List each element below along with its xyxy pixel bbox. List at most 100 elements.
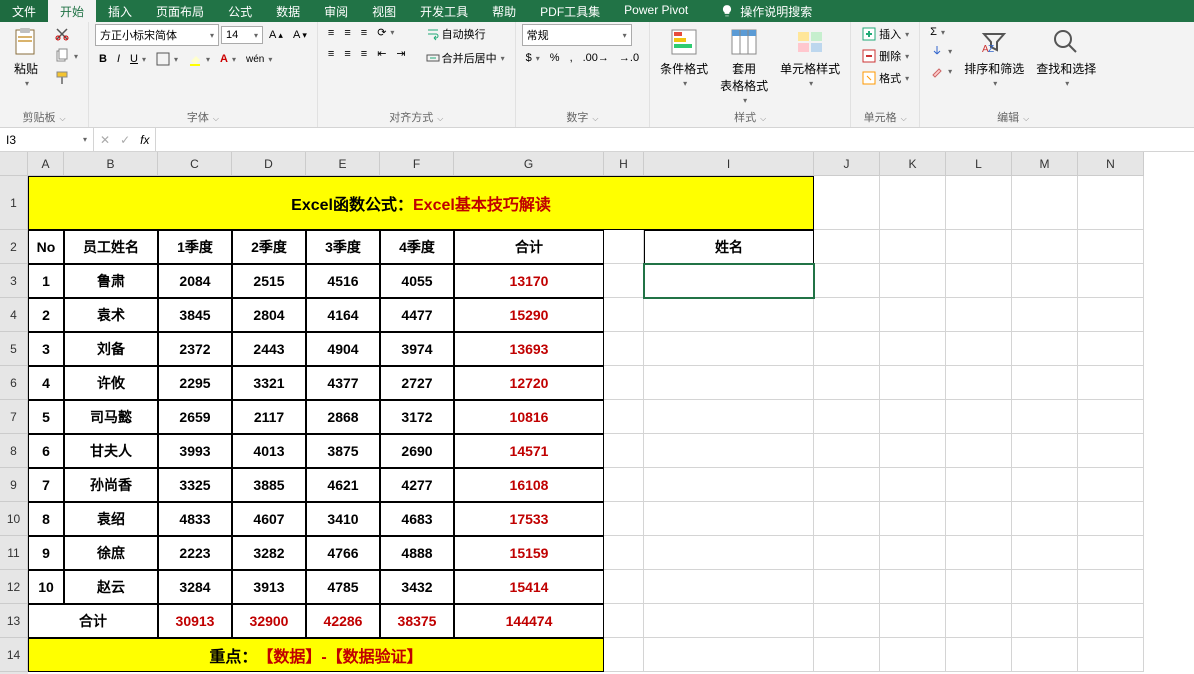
header-A[interactable]: No bbox=[28, 230, 64, 264]
number-format-combo[interactable]: 常规▾ bbox=[522, 24, 632, 46]
row-header-3[interactable]: 3 bbox=[0, 264, 28, 298]
row-header-12[interactable]: 12 bbox=[0, 570, 28, 604]
cell-H11[interactable] bbox=[604, 536, 644, 570]
data-C6[interactable]: 2295 bbox=[158, 366, 232, 400]
cell-L13[interactable] bbox=[946, 604, 1012, 638]
select-all-corner[interactable] bbox=[0, 152, 28, 176]
cell-K6[interactable] bbox=[880, 366, 946, 400]
data-D9[interactable]: 3885 bbox=[232, 468, 306, 502]
data-B9[interactable]: 孙尚香 bbox=[64, 468, 158, 502]
data-G3[interactable]: 13170 bbox=[454, 264, 604, 298]
cell-K12[interactable] bbox=[880, 570, 946, 604]
cell-N3[interactable] bbox=[1078, 264, 1144, 298]
col-header-G[interactable]: G bbox=[454, 152, 604, 176]
paste-button[interactable]: 粘贴 ▾ bbox=[6, 24, 46, 90]
col-header-C[interactable]: C bbox=[158, 152, 232, 176]
percent-button[interactable]: % bbox=[546, 50, 564, 66]
col-header-D[interactable]: D bbox=[232, 152, 306, 176]
data-C5[interactable]: 2372 bbox=[158, 332, 232, 366]
cell-M6[interactable] bbox=[1012, 366, 1078, 400]
delete-cells-button[interactable]: 删除▾ bbox=[857, 46, 913, 66]
cell-N12[interactable] bbox=[1078, 570, 1144, 604]
cell-H14[interactable] bbox=[604, 638, 644, 672]
cell-J5[interactable] bbox=[814, 332, 880, 366]
data-C11[interactable]: 2223 bbox=[158, 536, 232, 570]
footer-cell[interactable]: 重点：【数据】-【数据验证】 bbox=[28, 638, 604, 672]
format-cells-button[interactable]: 格式▾ bbox=[857, 68, 913, 88]
cell-J3[interactable] bbox=[814, 264, 880, 298]
data-A7[interactable]: 5 bbox=[28, 400, 64, 434]
cell-L14[interactable] bbox=[946, 638, 1012, 672]
data-E6[interactable]: 4377 bbox=[306, 366, 380, 400]
cell-K4[interactable] bbox=[880, 298, 946, 332]
data-G11[interactable]: 15159 bbox=[454, 536, 604, 570]
cell-M12[interactable] bbox=[1012, 570, 1078, 604]
align-bottom-button[interactable]: ≡ bbox=[357, 25, 371, 41]
row-header-4[interactable]: 4 bbox=[0, 298, 28, 332]
cell-M14[interactable] bbox=[1012, 638, 1078, 672]
cell-M5[interactable] bbox=[1012, 332, 1078, 366]
data-F9[interactable]: 4277 bbox=[380, 468, 454, 502]
col-header-H[interactable]: H bbox=[604, 152, 644, 176]
cell-H8[interactable] bbox=[604, 434, 644, 468]
data-F5[interactable]: 3974 bbox=[380, 332, 454, 366]
cell-L8[interactable] bbox=[946, 434, 1012, 468]
data-B12[interactable]: 赵云 bbox=[64, 570, 158, 604]
tab-Power Pivot[interactable]: Power Pivot bbox=[612, 0, 700, 22]
cell-M7[interactable] bbox=[1012, 400, 1078, 434]
name-box[interactable]: I3▾ bbox=[0, 128, 94, 151]
total-D[interactable]: 32900 bbox=[232, 604, 306, 638]
cell-L10[interactable] bbox=[946, 502, 1012, 536]
find-select-button[interactable]: 查找和选择▾ bbox=[1032, 24, 1100, 90]
cell-H5[interactable] bbox=[604, 332, 644, 366]
row-header-5[interactable]: 5 bbox=[0, 332, 28, 366]
data-B8[interactable]: 甘夫人 bbox=[64, 434, 158, 468]
cell-J1[interactable] bbox=[814, 176, 880, 230]
cell-L2[interactable] bbox=[946, 230, 1012, 264]
data-F12[interactable]: 3432 bbox=[380, 570, 454, 604]
row-header-8[interactable]: 8 bbox=[0, 434, 28, 468]
merge-center-button[interactable]: 合并后居中▾ bbox=[422, 48, 509, 68]
cell-M1[interactable] bbox=[1012, 176, 1078, 230]
header-G[interactable]: 合计 bbox=[454, 230, 604, 264]
cell-N2[interactable] bbox=[1078, 230, 1144, 264]
cell-I11[interactable] bbox=[644, 536, 814, 570]
header-C[interactable]: 1季度 bbox=[158, 230, 232, 264]
cell-J6[interactable] bbox=[814, 366, 880, 400]
cell-I14[interactable] bbox=[644, 638, 814, 672]
tell-me[interactable]: 操作说明搜索 bbox=[720, 3, 812, 20]
increase-decimal-button[interactable]: .00→ bbox=[579, 50, 613, 66]
accounting-button[interactable]: $▾ bbox=[522, 50, 544, 66]
cell-I7[interactable] bbox=[644, 400, 814, 434]
row-header-9[interactable]: 9 bbox=[0, 468, 28, 502]
cell-L5[interactable] bbox=[946, 332, 1012, 366]
cell-N6[interactable] bbox=[1078, 366, 1144, 400]
cell-L11[interactable] bbox=[946, 536, 1012, 570]
tab-开始[interactable]: 开始 bbox=[48, 0, 96, 22]
selected-cell[interactable] bbox=[644, 264, 814, 298]
cell-M9[interactable] bbox=[1012, 468, 1078, 502]
data-C10[interactable]: 4833 bbox=[158, 502, 232, 536]
data-D7[interactable]: 2117 bbox=[232, 400, 306, 434]
data-D6[interactable]: 3321 bbox=[232, 366, 306, 400]
formula-input[interactable] bbox=[156, 128, 1194, 151]
format-painter-button[interactable] bbox=[50, 68, 82, 88]
cell-I10[interactable] bbox=[644, 502, 814, 536]
cell-M8[interactable] bbox=[1012, 434, 1078, 468]
underline-button[interactable]: U▾ bbox=[126, 51, 150, 67]
row-header-1[interactable]: 1 bbox=[0, 176, 28, 230]
cell-M2[interactable] bbox=[1012, 230, 1078, 264]
col-header-A[interactable]: A bbox=[28, 152, 64, 176]
data-G4[interactable]: 15290 bbox=[454, 298, 604, 332]
cut-button[interactable] bbox=[50, 24, 82, 44]
data-E9[interactable]: 4621 bbox=[306, 468, 380, 502]
cell-J14[interactable] bbox=[814, 638, 880, 672]
data-B11[interactable]: 徐庶 bbox=[64, 536, 158, 570]
bold-button[interactable]: B bbox=[95, 51, 111, 67]
phonetic-button[interactable]: wén▾ bbox=[242, 52, 276, 67]
row-header-14[interactable]: 14 bbox=[0, 638, 28, 672]
col-header-I[interactable]: I bbox=[644, 152, 814, 176]
data-C7[interactable]: 2659 bbox=[158, 400, 232, 434]
header-D[interactable]: 2季度 bbox=[232, 230, 306, 264]
tab-帮助[interactable]: 帮助 bbox=[480, 0, 528, 22]
